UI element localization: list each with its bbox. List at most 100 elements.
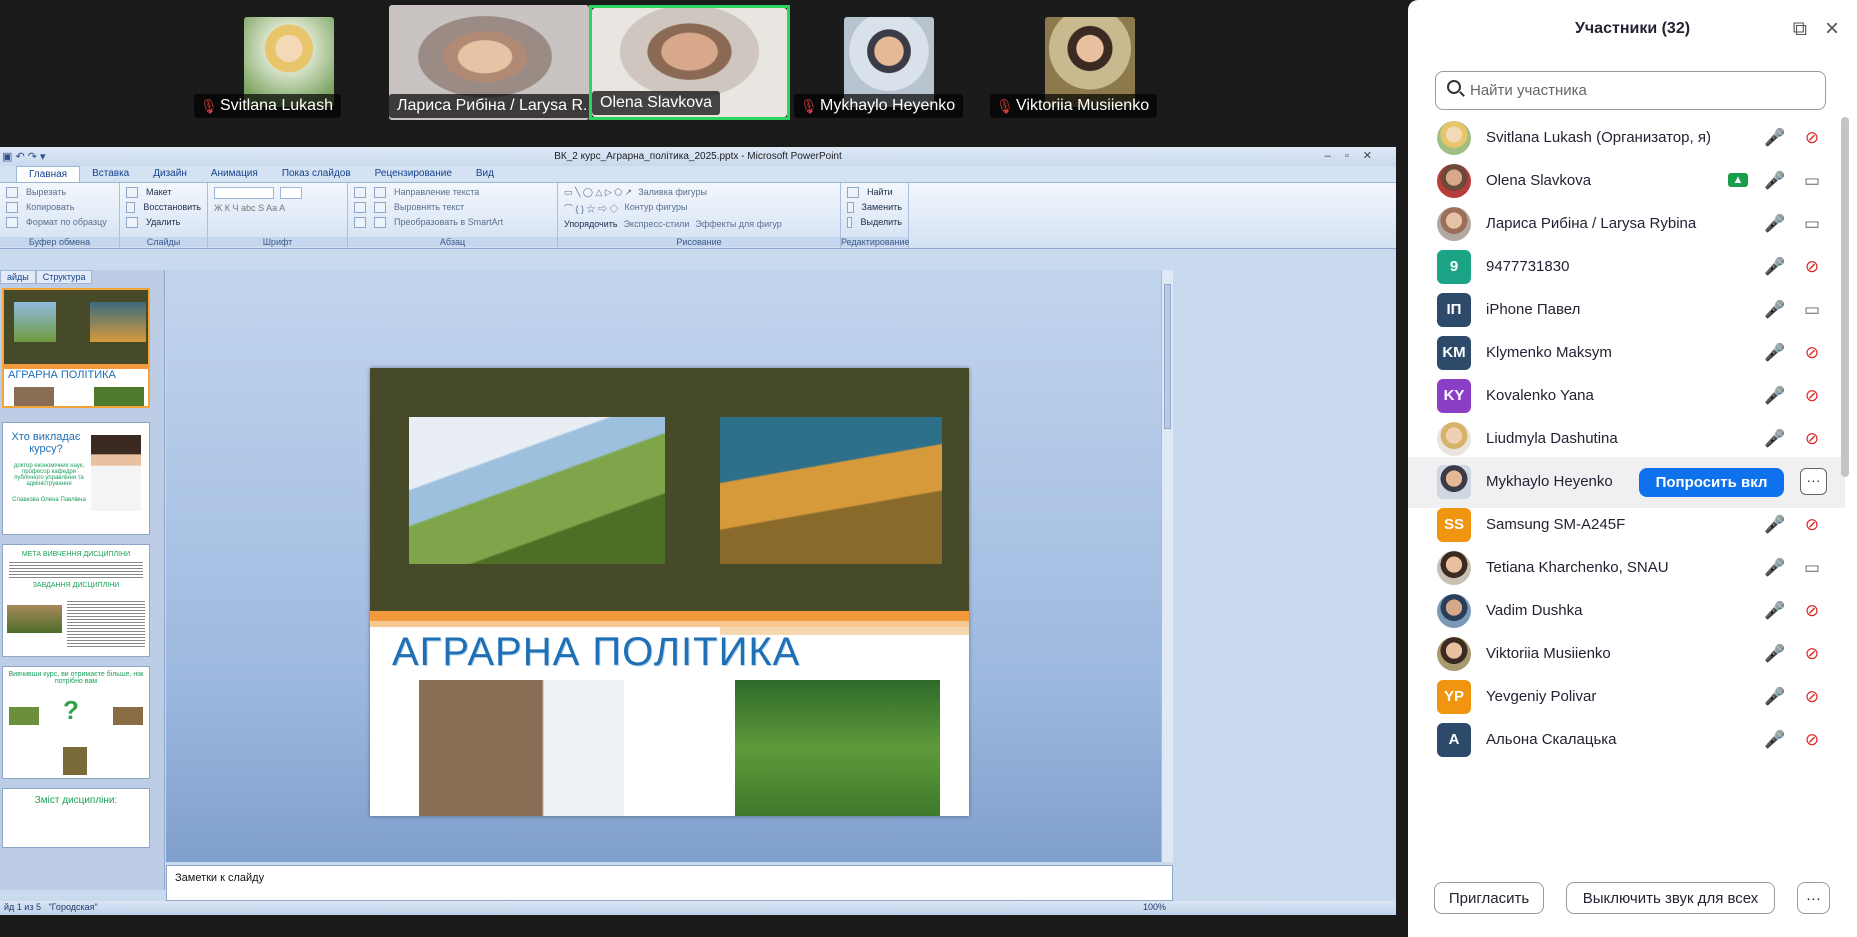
video-tile-active[interactable]: Olena Slavkova: [589, 5, 790, 120]
video-off-icon[interactable]: ⊘: [1801, 127, 1823, 149]
video-caption: Olena Slavkova: [592, 91, 721, 115]
video-tile[interactable]: 🎙 Svitlana Lukash: [194, 5, 341, 120]
select-button[interactable]: Выделить: [860, 217, 902, 228]
video-icon[interactable]: ▭: [1801, 557, 1823, 579]
avatar: SS: [1437, 508, 1471, 542]
quick-access-toolbar[interactable]: ▣ ↶ ↷ ▾: [2, 148, 46, 167]
zoom-level[interactable]: 100%: [1143, 902, 1166, 912]
mic-icon[interactable]: 🎤: [1764, 170, 1786, 192]
quick-styles-button[interactable]: Экспресс-стили: [624, 219, 690, 229]
ask-to-unmute-button[interactable]: Попросить вкл: [1639, 468, 1784, 497]
avatar: KM: [1437, 336, 1471, 370]
video-tile[interactable]: 🎙 Mykhaylo Heyenko: [794, 5, 974, 120]
video-off-icon[interactable]: ⊘: [1801, 600, 1823, 622]
find-button[interactable]: Найти: [867, 187, 893, 198]
font-name-select[interactable]: [214, 187, 274, 199]
scroll-thumb[interactable]: [1164, 284, 1171, 429]
video-off-icon[interactable]: ⊘: [1801, 643, 1823, 665]
video-off-icon[interactable]: ⊘: [1801, 514, 1823, 536]
copy-button[interactable]: Копировать: [26, 202, 74, 213]
tab-view[interactable]: Вид: [464, 166, 506, 182]
tab-design[interactable]: Дизайн: [141, 166, 199, 182]
video-off-icon[interactable]: ⊘: [1801, 385, 1823, 407]
mic-muted-icon: 🎙: [800, 98, 818, 114]
more-options-button[interactable]: ···: [1797, 882, 1830, 914]
participant-name: Olena Slavkova: [1486, 172, 1592, 189]
slide-thumbnail-2[interactable]: Хто викладає курсу? доктор економічних н…: [2, 422, 150, 535]
mic-muted-icon[interactable]: 🎤: [1764, 643, 1786, 665]
mic-muted-icon[interactable]: 🎤: [1764, 299, 1786, 321]
video-off-icon[interactable]: ⊘: [1801, 342, 1823, 364]
font-format-buttons[interactable]: Ж К Ч abc S Aa A: [214, 203, 341, 213]
arrange-button[interactable]: Упорядочить: [564, 219, 618, 229]
window-controls[interactable]: –▫✕: [1325, 147, 1386, 166]
search-input[interactable]: [1470, 78, 1810, 102]
more-options-button[interactable]: ···: [1800, 468, 1827, 495]
vertical-scrollbar[interactable]: [1161, 270, 1173, 862]
participant-row[interactable]: A Альона Скалацька 🎤 ⊘: [1408, 715, 1845, 766]
align-icon: [354, 202, 366, 213]
mic-muted-icon[interactable]: 🎤: [1764, 514, 1786, 536]
effects-button[interactable]: Эффекты для фигур: [695, 219, 781, 229]
thumb-text-lines: [67, 599, 145, 649]
participant-list-scrollbar[interactable]: [1841, 117, 1849, 477]
format-painter-button[interactable]: Формат по образцу: [26, 217, 107, 228]
fill-button[interactable]: Заливка фигуры: [638, 187, 707, 198]
video-tile[interactable]: 🎙 Viktoriia Musiienko: [990, 5, 1170, 120]
mic-muted-icon[interactable]: 🎤: [1764, 127, 1786, 149]
mic-muted-icon[interactable]: 🎤: [1764, 342, 1786, 364]
slide-thumbnail-3[interactable]: МЕТА ВИВЧЕННЯ ДИСЦИПЛІНИ ЗАВДАННЯ ДИСЦИП…: [2, 544, 150, 657]
close-icon[interactable]: ×: [1825, 15, 1839, 43]
replace-button[interactable]: Заменить: [862, 202, 902, 213]
invite-button[interactable]: Пригласить: [1434, 882, 1544, 914]
popout-icon[interactable]: ⧉: [1793, 18, 1807, 41]
tab-slides[interactable]: айды: [0, 270, 36, 284]
video-off-icon[interactable]: ⊘: [1801, 729, 1823, 751]
tab-outline[interactable]: Структура: [35, 270, 93, 284]
video-icon[interactable]: ▭: [1801, 299, 1823, 321]
video-off-icon[interactable]: ⊘: [1801, 686, 1823, 708]
tab-animation[interactable]: Анимация: [199, 166, 270, 182]
outline-button[interactable]: Контур фигуры: [625, 202, 688, 215]
font-size-select[interactable]: [280, 187, 302, 199]
thumb-title: Зміст дисципліни:: [34, 795, 118, 806]
slide-thumbnail-1[interactable]: АГРАРНА ПОЛІТИКА: [2, 288, 150, 408]
mic-muted-icon[interactable]: 🎤: [1764, 729, 1786, 751]
tab-slideshow[interactable]: Показ слайдов: [270, 166, 363, 182]
text-direction-button[interactable]: Направление текста: [394, 187, 479, 198]
mic-muted-icon[interactable]: 🎤: [1764, 557, 1786, 579]
video-off-icon[interactable]: ⊘: [1801, 428, 1823, 450]
mic-muted-icon[interactable]: 🎤: [1764, 428, 1786, 450]
slide-thumbnail-4[interactable]: Вивчивши курс, ви отримаєте більше, ніж …: [2, 666, 150, 779]
layout-button[interactable]: Макет: [146, 187, 171, 198]
current-slide[interactable]: АГРАРНА ПОЛІТИКА: [370, 368, 969, 816]
tab-insert[interactable]: Вставка: [80, 166, 141, 182]
video-tile[interactable]: Лариса Рибіна / Larysa R...: [389, 5, 589, 120]
numbered-list-icon: [374, 187, 386, 198]
align-text-button[interactable]: Выровнять текст: [394, 202, 464, 213]
slide-thumbnail-5[interactable]: Зміст дисципліни:: [2, 788, 150, 848]
smartart-button[interactable]: Преобразовать в SmartArt: [394, 217, 503, 228]
tab-home[interactable]: Главная: [16, 166, 81, 182]
mic-muted-icon[interactable]: 🎤: [1764, 686, 1786, 708]
reset-button[interactable]: Восстановить: [143, 202, 201, 213]
cut-button[interactable]: Вырезать: [26, 187, 66, 198]
shapes-gallery-2[interactable]: ⌒ { } ☆ ⇨ ◇: [564, 202, 619, 215]
mute-all-button[interactable]: Выключить звук для всех: [1566, 882, 1775, 914]
video-icon[interactable]: ▭: [1801, 170, 1823, 192]
slide-title[interactable]: АГРАРНА ПОЛІТИКА: [392, 630, 800, 675]
mic-muted-icon[interactable]: 🎤: [1764, 600, 1786, 622]
tab-review[interactable]: Рецензирование: [363, 166, 464, 182]
justify-icon: [374, 202, 386, 213]
shapes-gallery[interactable]: ▭ ╲ ◯ △ ▷ ⬠ ↗: [564, 187, 632, 198]
mic-muted-icon[interactable]: 🎤: [1764, 385, 1786, 407]
mic-muted-icon[interactable]: 🎤: [1764, 256, 1786, 278]
delete-button[interactable]: Удалить: [146, 217, 180, 228]
search-box[interactable]: [1435, 71, 1826, 110]
cut-icon: [6, 187, 18, 198]
mic-icon[interactable]: 🎤: [1764, 213, 1786, 235]
layout-icon: [126, 187, 138, 198]
video-icon[interactable]: ▭: [1801, 213, 1823, 235]
slide-notes[interactable]: Заметки к слайду: [166, 865, 1173, 901]
video-off-icon[interactable]: ⊘: [1801, 256, 1823, 278]
